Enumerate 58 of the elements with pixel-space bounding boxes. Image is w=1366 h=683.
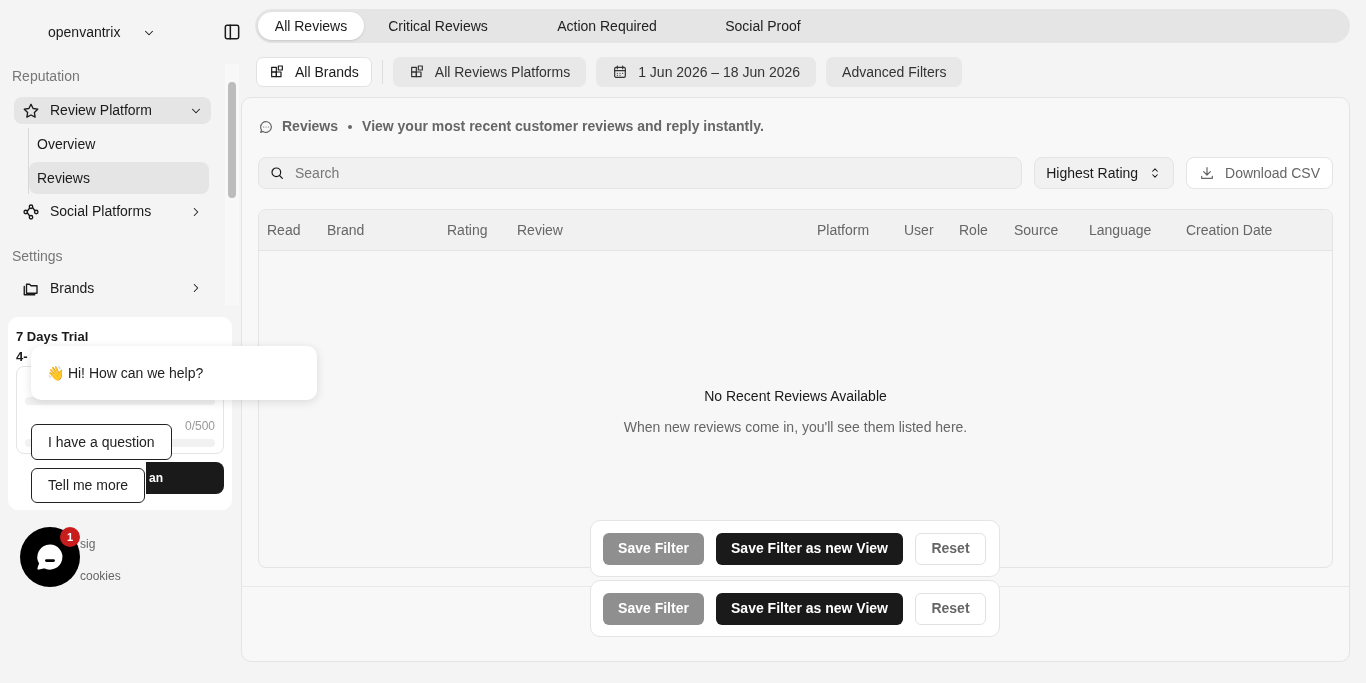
filter-button[interactable]: All Brands xyxy=(256,57,372,87)
usage-reading: 0/500 xyxy=(184,418,215,431)
filter-button[interactable]: Advanced Filters xyxy=(826,57,963,87)
action-button[interactable]: Reset xyxy=(915,592,986,625)
chat-option-button[interactable]: Tell me more xyxy=(31,468,146,503)
column-header: User xyxy=(904,220,935,240)
star-icon xyxy=(22,101,40,120)
column-header: Brand xyxy=(327,220,366,240)
chat-bubble-icon xyxy=(258,118,274,135)
download-icon xyxy=(1199,165,1216,181)
panel-description: View your most recent customer reviews and reply instantly. xyxy=(362,117,764,136)
filter-button[interactable]: 1 Jun 2026 – 18 Jun 2026 xyxy=(596,57,817,87)
filter-button[interactable]: All Reviews Platforms xyxy=(392,57,587,87)
scrollbar[interactable] xyxy=(225,64,239,306)
column-header: Language xyxy=(1089,220,1153,240)
calendar-icon xyxy=(612,64,629,80)
nav-item[interactable]: Social Platforms xyxy=(14,198,211,226)
column-header: Role xyxy=(959,220,989,240)
tab[interactable]: Action Required xyxy=(512,12,702,40)
panel-title: Reviews xyxy=(282,117,339,136)
tab[interactable]: Critical Reviews xyxy=(364,12,512,40)
greeting-text: 👋 Hi! How can we help? xyxy=(47,363,204,383)
action-button[interactable]: Save Filter as new View xyxy=(716,532,903,565)
nav-item[interactable]: Brands xyxy=(14,274,211,302)
nodes-icon xyxy=(22,203,40,221)
tab[interactable]: Social Proof xyxy=(702,12,824,40)
action-button[interactable]: Save Filter as new View xyxy=(716,592,903,625)
download-button[interactable]: Download CSV xyxy=(1186,157,1333,189)
action-button[interactable]: Reset xyxy=(915,532,986,565)
column-header: Rating xyxy=(447,220,489,240)
tab[interactable]: All Reviews xyxy=(258,12,364,40)
empty-title: No Recent Reviews Available xyxy=(704,387,887,406)
column-header: Creation Date xyxy=(1186,220,1274,240)
empty-message: When new reviews come in, you'll see them listed here. xyxy=(623,418,968,437)
nav-subitem[interactable]: Reviews xyxy=(29,162,209,195)
sort-select[interactable]: Highest Rating xyxy=(1034,157,1175,189)
search-field[interactable]: Search xyxy=(258,157,1023,189)
footer-link[interactable]: cookies xyxy=(80,567,121,585)
upgrade-button[interactable]: an xyxy=(146,462,224,494)
trial-title: 7 Days Trial xyxy=(16,330,90,344)
section-heading: Reputation xyxy=(11,67,81,86)
search-icon xyxy=(269,165,285,181)
notification-badge: 1 xyxy=(60,527,80,547)
chat-launcher[interactable] xyxy=(20,527,80,587)
trial-subtitle: 4- xyxy=(16,350,29,364)
column-header: Platform xyxy=(817,220,871,240)
footer-link[interactable]: sig xyxy=(80,535,96,553)
nav-subitem[interactable]: Overview xyxy=(29,128,209,161)
grid-icon xyxy=(269,64,285,80)
chat-option-button[interactable]: I have a question xyxy=(31,424,172,460)
column-header: Source xyxy=(1014,220,1060,240)
workspace-switcher[interactable]: openvantrix xyxy=(48,22,157,43)
grid-icon xyxy=(408,64,425,80)
sidebar-toggle-icon xyxy=(222,22,242,42)
column-header: Read xyxy=(267,220,302,240)
nav-item[interactable]: Review Platform xyxy=(14,97,211,125)
section-heading: Settings xyxy=(11,246,64,266)
column-header: Review xyxy=(517,220,564,240)
